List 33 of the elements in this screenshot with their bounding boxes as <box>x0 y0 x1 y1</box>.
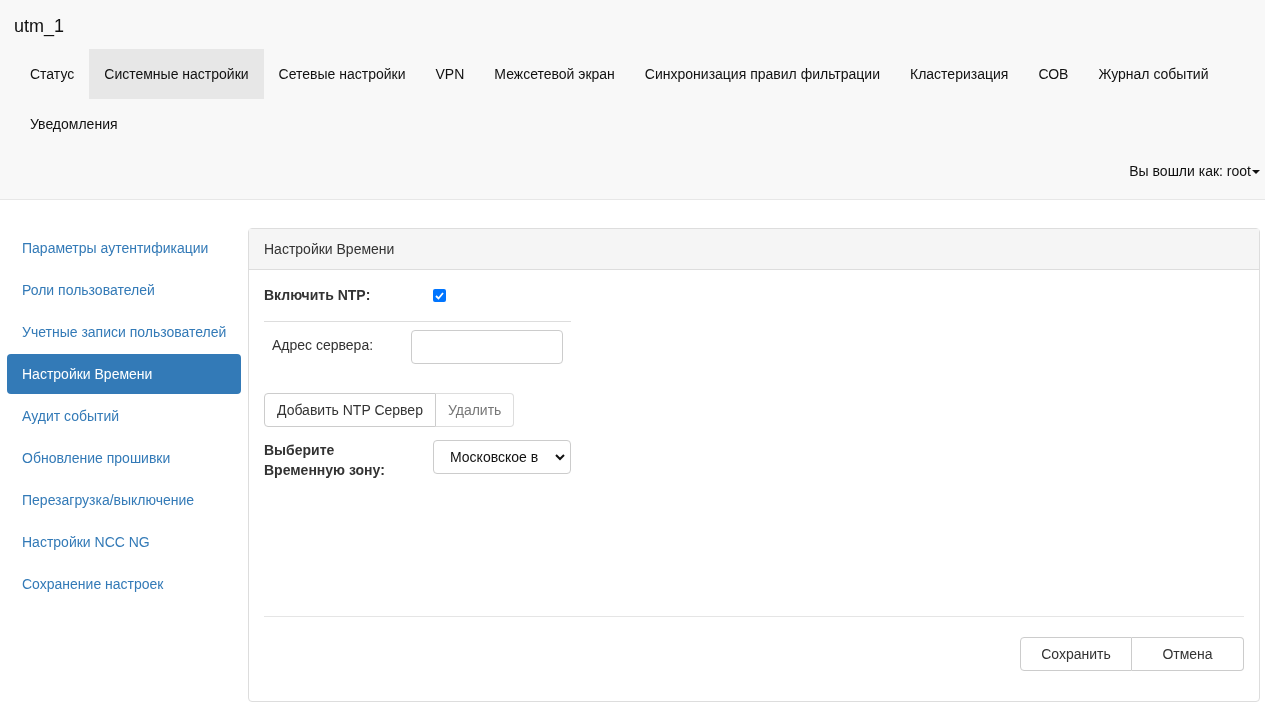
nav-tab[interactable]: Журнал событий <box>1083 49 1224 99</box>
panel-title: Настройки Времени <box>264 239 395 259</box>
save-button[interactable]: Сохранить <box>1020 637 1132 671</box>
ntp-checkbox[interactable] <box>433 289 446 302</box>
chevron-down-icon <box>555 453 565 461</box>
field-label: Адрес сервера: <box>272 336 375 355</box>
sidebar-item[interactable]: Аудит событий <box>7 396 241 436</box>
timezone-select[interactable]: Московское в <box>433 440 571 474</box>
nav-tab[interactable]: Уведомления <box>15 99 133 149</box>
cancel-button[interactable]: Отмена <box>1132 637 1244 671</box>
nav-tab[interactable]: Сетевые настройки <box>263 49 421 99</box>
sidebar-item[interactable]: Настройки Времени <box>7 354 241 394</box>
user-menu[interactable]: Вы вошли как: root <box>1129 161 1260 182</box>
sidebar-item[interactable]: Сохранение настроек <box>7 564 241 604</box>
sidebar-item[interactable]: Перезагрузка/выключение <box>7 480 241 520</box>
sidebar-item[interactable]: Параметры аутентификации <box>7 228 241 268</box>
nav-tab[interactable]: Кластеризация <box>895 49 1024 99</box>
sidebar-item[interactable]: Настройки NCC NG <box>7 522 241 562</box>
add-ntp-server-button[interactable]: Добавить NTP Сервер <box>264 393 436 427</box>
sidebar-item[interactable]: Обновление прошивки <box>7 438 241 478</box>
brand-title[interactable]: utm_1 <box>14 16 65 36</box>
field-label: Выберите Временную зону: <box>264 441 386 480</box>
nav-tab[interactable]: СОВ <box>1023 49 1084 99</box>
server-address-field[interactable] <box>411 330 563 364</box>
nav-tab[interactable]: Системные настройки <box>89 49 264 99</box>
nav-tab[interactable]: Межсетевой экран <box>479 49 630 99</box>
sidebar-item[interactable]: Роли пользователей <box>7 270 241 310</box>
caret-icon <box>1252 169 1260 174</box>
sidebar-item[interactable]: Учетные записи пользователей <box>7 312 241 352</box>
nav-tab[interactable]: Синхронизация правил фильтрации <box>629 49 895 99</box>
field-label: Включить NTP: <box>264 286 372 305</box>
nav-tab[interactable]: VPN <box>420 49 480 99</box>
nav-tab[interactable]: Статус <box>15 49 90 99</box>
